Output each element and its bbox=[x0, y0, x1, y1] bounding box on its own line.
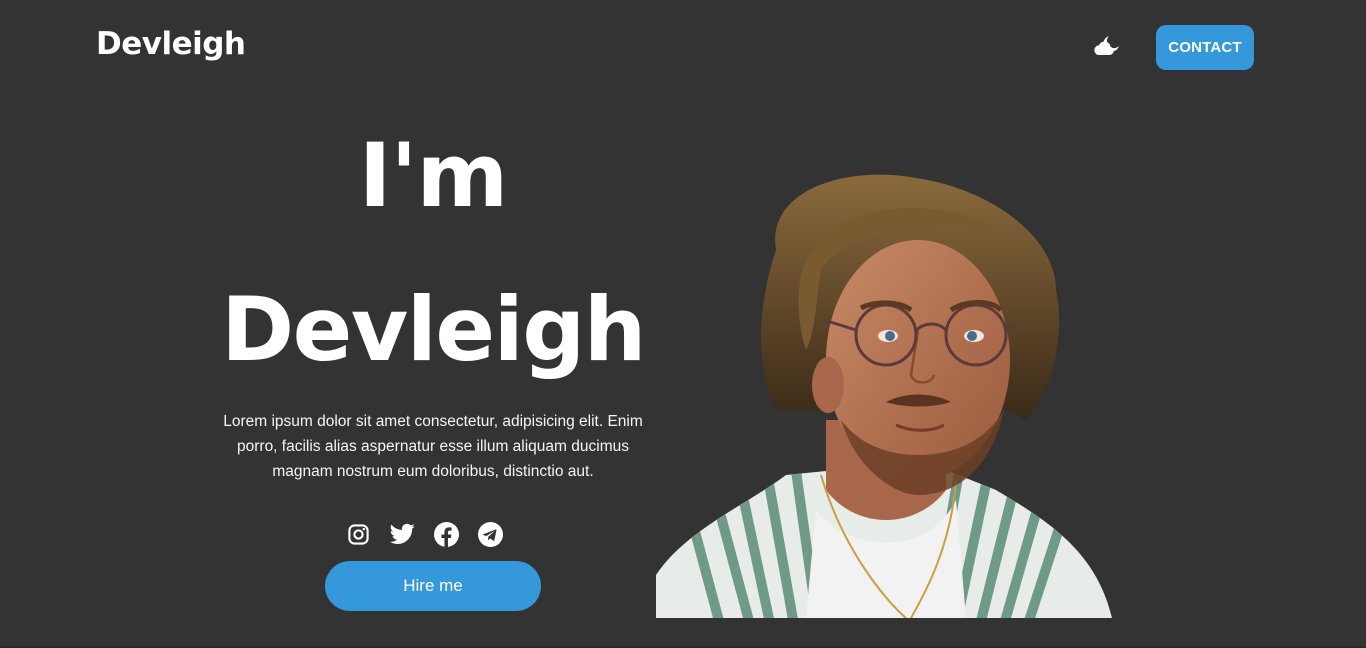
hero-description: Lorem ipsum dolor sit amet consectetur, … bbox=[223, 413, 643, 480]
moon-cloud-icon bbox=[1094, 36, 1119, 55]
facebook-icon bbox=[434, 521, 459, 547]
site-logo[interactable]: Devleigh bbox=[96, 26, 246, 62]
theme-toggle[interactable] bbox=[1092, 33, 1122, 59]
twitter-link[interactable] bbox=[390, 522, 415, 547]
telegram-link[interactable] bbox=[478, 521, 503, 547]
twitter-icon bbox=[390, 523, 415, 544]
page: Devleigh CONTACT I'm Devleigh Lorem ipsu… bbox=[0, 0, 1366, 648]
hire-me-button[interactable]: Hire me bbox=[325, 561, 541, 611]
contact-button[interactable]: CONTACT bbox=[1156, 25, 1254, 70]
instagram-icon bbox=[348, 523, 369, 545]
profile-photo bbox=[656, 174, 1112, 618]
social-links bbox=[346, 521, 503, 547]
instagram-link[interactable] bbox=[346, 522, 371, 547]
telegram-icon bbox=[478, 521, 503, 547]
facebook-link[interactable] bbox=[434, 521, 459, 547]
